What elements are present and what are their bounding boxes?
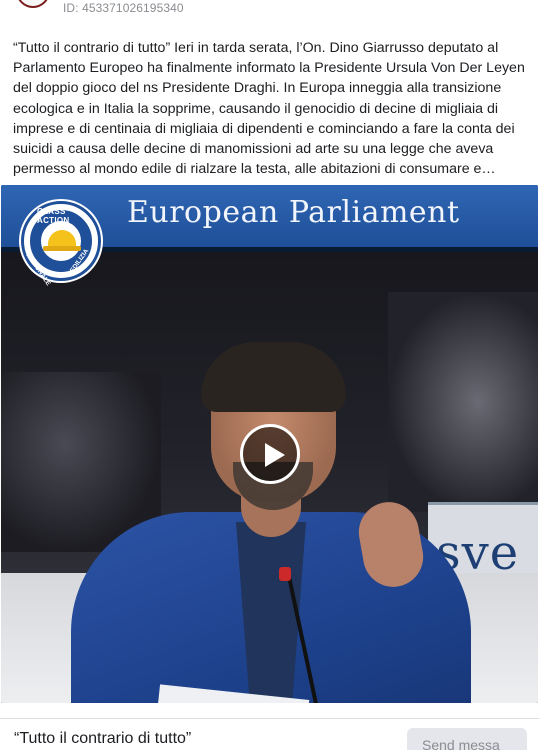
post-text: “Tutto il contrario di tutto” Ieri in ta…	[13, 40, 525, 178]
footer-divider	[0, 718, 539, 719]
helmet-brim	[43, 246, 81, 251]
video-player[interactable]: European Parliament sve CLASS ACTION NAZ…	[1, 185, 538, 703]
page-avatar[interactable]	[16, 0, 50, 8]
logo-text-top: CLASS ACTION	[37, 207, 70, 225]
banner-title: European Parliament	[127, 195, 460, 230]
post-id: ID: 453371026195340	[63, 1, 184, 15]
send-message-button[interactable]: Send messa	[407, 728, 527, 750]
post-header: ID: 453371026195340	[0, 0, 539, 22]
video-caption: “Tutto il contrario di tutto”	[14, 730, 192, 747]
microphone-icon	[279, 567, 291, 581]
play-icon[interactable]	[240, 424, 300, 484]
class-action-logo: CLASS ACTION NAZIONALE EDILIZIA	[21, 201, 101, 287]
speaker-hair	[201, 342, 346, 412]
